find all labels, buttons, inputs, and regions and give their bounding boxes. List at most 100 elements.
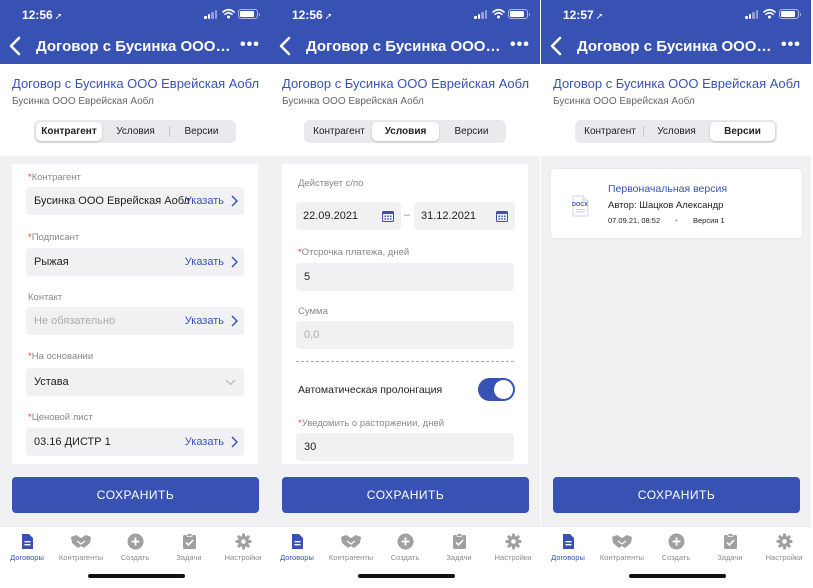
tabbar-item-counterparties[interactable]: Контрагенты	[324, 533, 378, 567]
chevron-right-icon	[231, 315, 238, 327]
nav-title: Договор с Бусинка ООО Еврейская Аобл	[36, 38, 234, 55]
handshake-icon	[71, 535, 91, 548]
more-options-icon[interactable]: •••	[781, 36, 803, 54]
save-button[interactable]: СОХРАНИТЬ	[12, 477, 259, 513]
tab-conditions[interactable]: Условия	[102, 122, 169, 141]
basis-select[interactable]: Устава	[26, 368, 244, 396]
tabbar-item-tasks[interactable]: Задачи	[162, 533, 216, 567]
more-options-icon[interactable]: •••	[510, 36, 532, 54]
version-date: 07.09.21, 08:52	[608, 216, 661, 225]
specify-link[interactable]: Указать	[185, 256, 224, 268]
tabbar-label: Задачи	[446, 553, 472, 562]
tabbar-label: Задачи	[717, 553, 743, 562]
plus-circle-icon	[668, 533, 684, 550]
sum-placeholder: 0,0	[304, 329, 320, 341]
gear-icon	[776, 533, 792, 550]
plus-circle-icon	[397, 533, 413, 550]
more-options-icon[interactable]: •••	[240, 36, 262, 54]
version-dot: •	[675, 216, 678, 225]
tab-counterparty[interactable]: Контрагент	[306, 122, 372, 141]
tabbar-item-tasks[interactable]: Задачи	[432, 533, 486, 567]
cellular-signal-icon	[745, 10, 759, 19]
cellular-signal-icon	[474, 10, 488, 19]
document-subtitle: Бусинка ООО Еврейская Аобл	[553, 96, 695, 107]
notify-label: *Уведомить о расторжении, дней	[298, 418, 445, 429]
document-title: Договор с Бусинка ООО Еврейская Аобл	[282, 76, 530, 91]
top-bar: 12:56➚ Договор с Бусинка ООО Еврейская А…	[0, 0, 270, 64]
nav-title: Договор с Бусинка ООО Еврейская Аобл	[306, 38, 504, 55]
price-list-field[interactable]: 03.16 ДИСТР 1 Указать	[26, 428, 244, 456]
back-arrow-icon[interactable]	[547, 35, 567, 57]
tabbar-label: Создать	[120, 553, 150, 562]
bottom-tab-bar: Договоры Контрагенты Создать Задачи Наст…	[541, 526, 811, 588]
tabbar-label: Договоры	[280, 553, 314, 562]
chevron-right-icon	[231, 436, 238, 448]
tabbar-item-settings[interactable]: Настройки	[757, 533, 811, 567]
tab-versions[interactable]: Версии	[710, 122, 775, 141]
tab-versions[interactable]: Версии	[169, 122, 234, 141]
nav-row: Договор с Бусинка ООО Еврейская Аобл •••	[0, 30, 270, 62]
payment-delay-input[interactable]: 5	[296, 263, 514, 291]
tabbar-item-counterparties[interactable]: Контрагенты	[54, 533, 108, 567]
contact-field[interactable]: Не обязательно Указать	[26, 307, 244, 335]
segmented-control: Контрагент Условия Версии	[304, 120, 506, 143]
bottom-tab-bar: Договоры Контрагенты Создать Задачи Наст…	[270, 526, 540, 588]
sum-input[interactable]: 0,0	[296, 321, 514, 349]
calendar-icon	[382, 211, 394, 222]
gear-icon	[235, 533, 251, 550]
task-check-icon	[452, 533, 466, 549]
tabbar-label: Настройки	[224, 553, 262, 562]
payment-delay-label: *Отсрочка платежа, дней	[298, 247, 410, 258]
nav-row: Договор с Бусинка ООО Еврейская Аобл •••	[270, 30, 540, 62]
tab-counterparty[interactable]: Контрагент	[36, 122, 102, 141]
tabbar-label: Договоры	[551, 553, 585, 562]
save-button[interactable]: СОХРАНИТЬ	[553, 477, 800, 513]
top-bar: 12:57➚ Договор с Бусинка ООО Еврейская А…	[541, 0, 811, 64]
back-arrow-icon[interactable]	[276, 35, 296, 57]
counterparty-field[interactable]: Бусинка ООО Еврейская Аобл Указать	[26, 187, 244, 215]
tabbar-item-create[interactable]: Создать	[108, 533, 162, 567]
basis-value: Устава	[34, 376, 69, 388]
save-button[interactable]: СОХРАНИТЬ	[282, 477, 529, 513]
signatory-field[interactable]: Рыжая Указать	[26, 248, 244, 276]
tab-versions[interactable]: Версии	[439, 122, 504, 141]
tabbar-item-create[interactable]: Создать	[378, 533, 432, 567]
tab-counterparty[interactable]: Контрагент	[577, 122, 643, 141]
handshake-icon	[612, 535, 632, 548]
tabbar-item-settings[interactable]: Настройки	[216, 533, 270, 567]
battery-icon	[779, 9, 801, 19]
specify-link[interactable]: Указать	[185, 436, 224, 448]
date-to-field[interactable]: 31.12.2021	[414, 202, 515, 230]
field-label-counterparty: *Контрагент	[28, 172, 81, 183]
segmented-control: Контрагент Условия Версии	[575, 120, 777, 143]
tabbar-item-tasks[interactable]: Задачи	[703, 533, 757, 567]
counterparty-value: Бусинка ООО Еврейская Аобл	[34, 195, 190, 207]
notify-value: 30	[304, 441, 317, 453]
specify-link[interactable]: Указать	[185, 315, 224, 327]
plus-circle-icon	[127, 533, 143, 550]
back-arrow-icon[interactable]	[6, 35, 26, 57]
payment-delay-value: 5	[304, 271, 311, 283]
version-card[interactable]: DOCX Первоначальная версия Автор: Шацков…	[551, 169, 802, 238]
tabbar-item-contracts[interactable]: Договоры	[270, 533, 324, 567]
date-from-field[interactable]: 22.09.2021	[296, 202, 401, 230]
auto-prolongation-label: Автоматическая пролонгация	[298, 384, 443, 396]
notify-input[interactable]: 30	[296, 433, 514, 461]
location-icon: ➚	[324, 11, 333, 21]
top-bar: 12:56➚ Договор с Бусинка ООО Еврейская А…	[270, 0, 540, 64]
tabbar-item-settings[interactable]: Настройки	[486, 533, 540, 567]
gear-icon	[505, 533, 521, 550]
status-bar: 12:57 ➚	[541, 0, 811, 28]
tabbar-item-contracts[interactable]: Договоры	[0, 533, 54, 567]
tab-conditions[interactable]: Условия	[643, 122, 710, 141]
status-time: 12:57 ➚	[563, 8, 604, 22]
nav-row: Договор с Бусинка ООО Еврейская Аобл •••	[541, 30, 811, 62]
tabbar-item-contracts[interactable]: Договоры	[541, 533, 595, 567]
tab-conditions[interactable]: Условия	[372, 122, 439, 141]
specify-link[interactable]: Указать	[185, 195, 224, 207]
tabbar-item-counterparties[interactable]: Контрагенты	[595, 533, 649, 567]
phone-screen-counterparty: 12:56➚ Договор с Бусинка ООО Еврейская А…	[0, 0, 270, 588]
auto-prolongation-toggle[interactable]	[478, 378, 515, 401]
tabbar-item-create[interactable]: Создать	[649, 533, 703, 567]
tabbar-label: Договоры	[10, 553, 44, 562]
